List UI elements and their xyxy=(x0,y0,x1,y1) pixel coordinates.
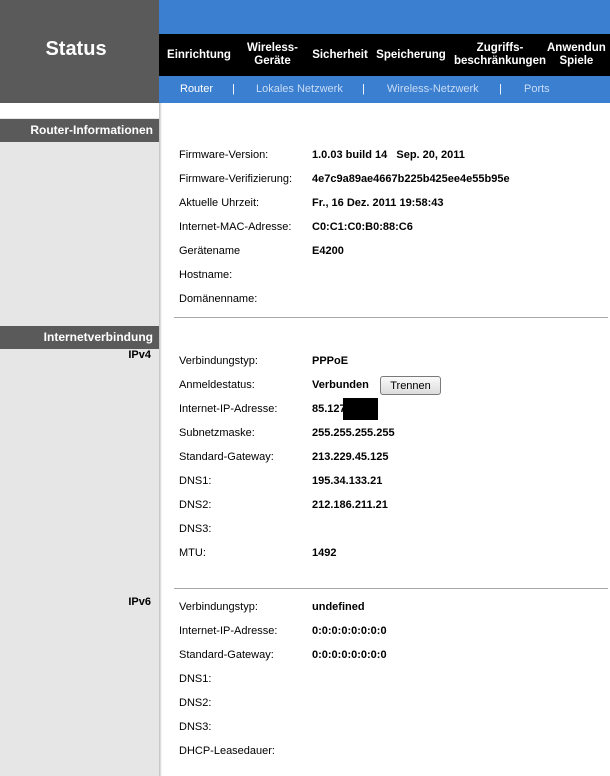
label-aktuelle-uhrzeit: Aktuelle Uhrzeit: xyxy=(179,197,260,209)
label-anmeldestatus: Anmeldestatus: xyxy=(179,379,255,391)
redaction-block xyxy=(343,398,378,420)
subnav-item-router[interactable]: Router xyxy=(180,76,213,103)
value-ipv6-gateway: 0:0:0:0:0:0:0:0 xyxy=(312,649,387,661)
value-ipv6-verbindungstyp: undefined xyxy=(312,601,365,613)
value-mtu: 1492 xyxy=(312,547,337,559)
nav-item-wireless-geraete[interactable]: Wireless- Geräte xyxy=(239,34,306,76)
value-ipv4-gateway: 213.229.45.125 xyxy=(312,451,389,463)
nav-item-zugriffsbeschraenkungen[interactable]: Zugriffs- beschränkungen xyxy=(449,34,551,76)
value-ipv4-verbindungstyp: PPPoE xyxy=(312,355,349,367)
label-ipv6-dns1: DNS1: xyxy=(179,673,212,685)
label-ipv6-dns3: DNS3: xyxy=(179,721,212,733)
divider xyxy=(174,588,608,589)
label-ipv4-dns1: DNS1: xyxy=(179,475,212,487)
value-anmeldestatus: Verbunden xyxy=(312,379,369,391)
disconnect-button[interactable]: Trennen xyxy=(380,376,441,395)
brand-bar xyxy=(159,0,610,34)
subnav-item-wireless-netzwerk[interactable]: Wireless-Netzwerk xyxy=(387,76,479,103)
label-ipv4-dns3: DNS3: xyxy=(179,523,212,535)
section-internetverbindung: Internetverbindung xyxy=(0,326,159,349)
sublabel-ipv4: IPv4 xyxy=(128,349,151,361)
label-ipv4-gateway: Standard-Gateway: xyxy=(179,451,274,463)
label-ipv6-verbindungstyp: Verbindungstyp: xyxy=(179,601,258,613)
label-ipv6-gateway: Standard-Gateway: xyxy=(179,649,274,661)
label-mac-adresse: Internet-MAC-Adresse: xyxy=(179,221,292,233)
value-ipv4-dns1: 195.34.133.21 xyxy=(312,475,383,487)
nav-item-speicherung[interactable]: Speicherung xyxy=(375,34,447,76)
label-ipv4-ip-adresse: Internet-IP-Adresse: xyxy=(179,403,278,415)
value-firmware-version: 1.0.03 build 14 Sep. 20, 2011 xyxy=(312,149,465,161)
section-router-informationen: Router-Informationen xyxy=(0,119,159,142)
label-ipv6-dns2: DNS2: xyxy=(179,697,212,709)
subnav-separator: | xyxy=(362,83,365,95)
content-shadow xyxy=(159,103,162,776)
label-domaenenname: Domänenname: xyxy=(179,293,258,305)
label-mtu: MTU: xyxy=(179,547,206,559)
page-title: Status xyxy=(45,38,107,60)
label-firmware-verifizierung: Firmware-Verifizierung: xyxy=(179,173,293,185)
label-ipv4-dns2: DNS2: xyxy=(179,499,212,511)
label-ipv6-ip-adresse: Internet-IP-Adresse: xyxy=(179,625,278,637)
label-firmware-version: Firmware-Version: xyxy=(179,149,269,161)
label-hostname: Hostname: xyxy=(179,269,233,281)
sidebar xyxy=(0,103,159,776)
value-subnetzmaske: 255.255.255.255 xyxy=(312,427,395,439)
value-ipv4-ip-adresse: 85.127 xyxy=(312,403,346,415)
sidebar-spacer xyxy=(0,103,159,118)
label-ipv4-verbindungstyp: Verbindungstyp: xyxy=(179,355,258,367)
value-ipv6-ip-adresse: 0:0:0:0:0:0:0:0 xyxy=(312,625,387,637)
divider xyxy=(174,317,608,318)
nav-item-sicherheit[interactable]: Sicherheit xyxy=(309,34,371,76)
main-nav: Einrichtung Wireless- Geräte Sicherheit … xyxy=(159,34,610,76)
label-dhcp-leasedauer: DHCP-Leasedauer: xyxy=(179,745,275,757)
nav-item-einrichtung[interactable]: Einrichtung xyxy=(163,34,235,76)
subnav-separator: | xyxy=(232,83,235,95)
label-subnetzmaske: Subnetzmaske: xyxy=(179,427,255,439)
subnav-separator: | xyxy=(499,83,502,95)
sub-nav: Router | Lokales Netzwerk | Wireless-Net… xyxy=(159,76,610,103)
subnav-item-lokales-netzwerk[interactable]: Lokales Netzwerk xyxy=(256,76,343,103)
value-mac-adresse: C0:C1:C0:B0:88:C6 xyxy=(312,221,413,233)
value-geraetename: E4200 xyxy=(312,245,344,257)
value-firmware-verifizierung: 4e7c9a89ae4667b225b425ee4e55b95e xyxy=(312,173,510,185)
value-aktuelle-uhrzeit: Fr., 16 Dez. 2011 19:58:43 xyxy=(312,197,444,209)
label-geraetename: Gerätename xyxy=(179,245,241,257)
value-ipv4-dns2: 212.186.211.21 xyxy=(312,499,388,511)
subnav-item-ports[interactable]: Ports xyxy=(524,76,550,103)
sublabel-ipv6: IPv6 xyxy=(128,596,151,608)
nav-item-anwendungen-spiele[interactable]: Anwendun Spiele xyxy=(547,34,610,76)
